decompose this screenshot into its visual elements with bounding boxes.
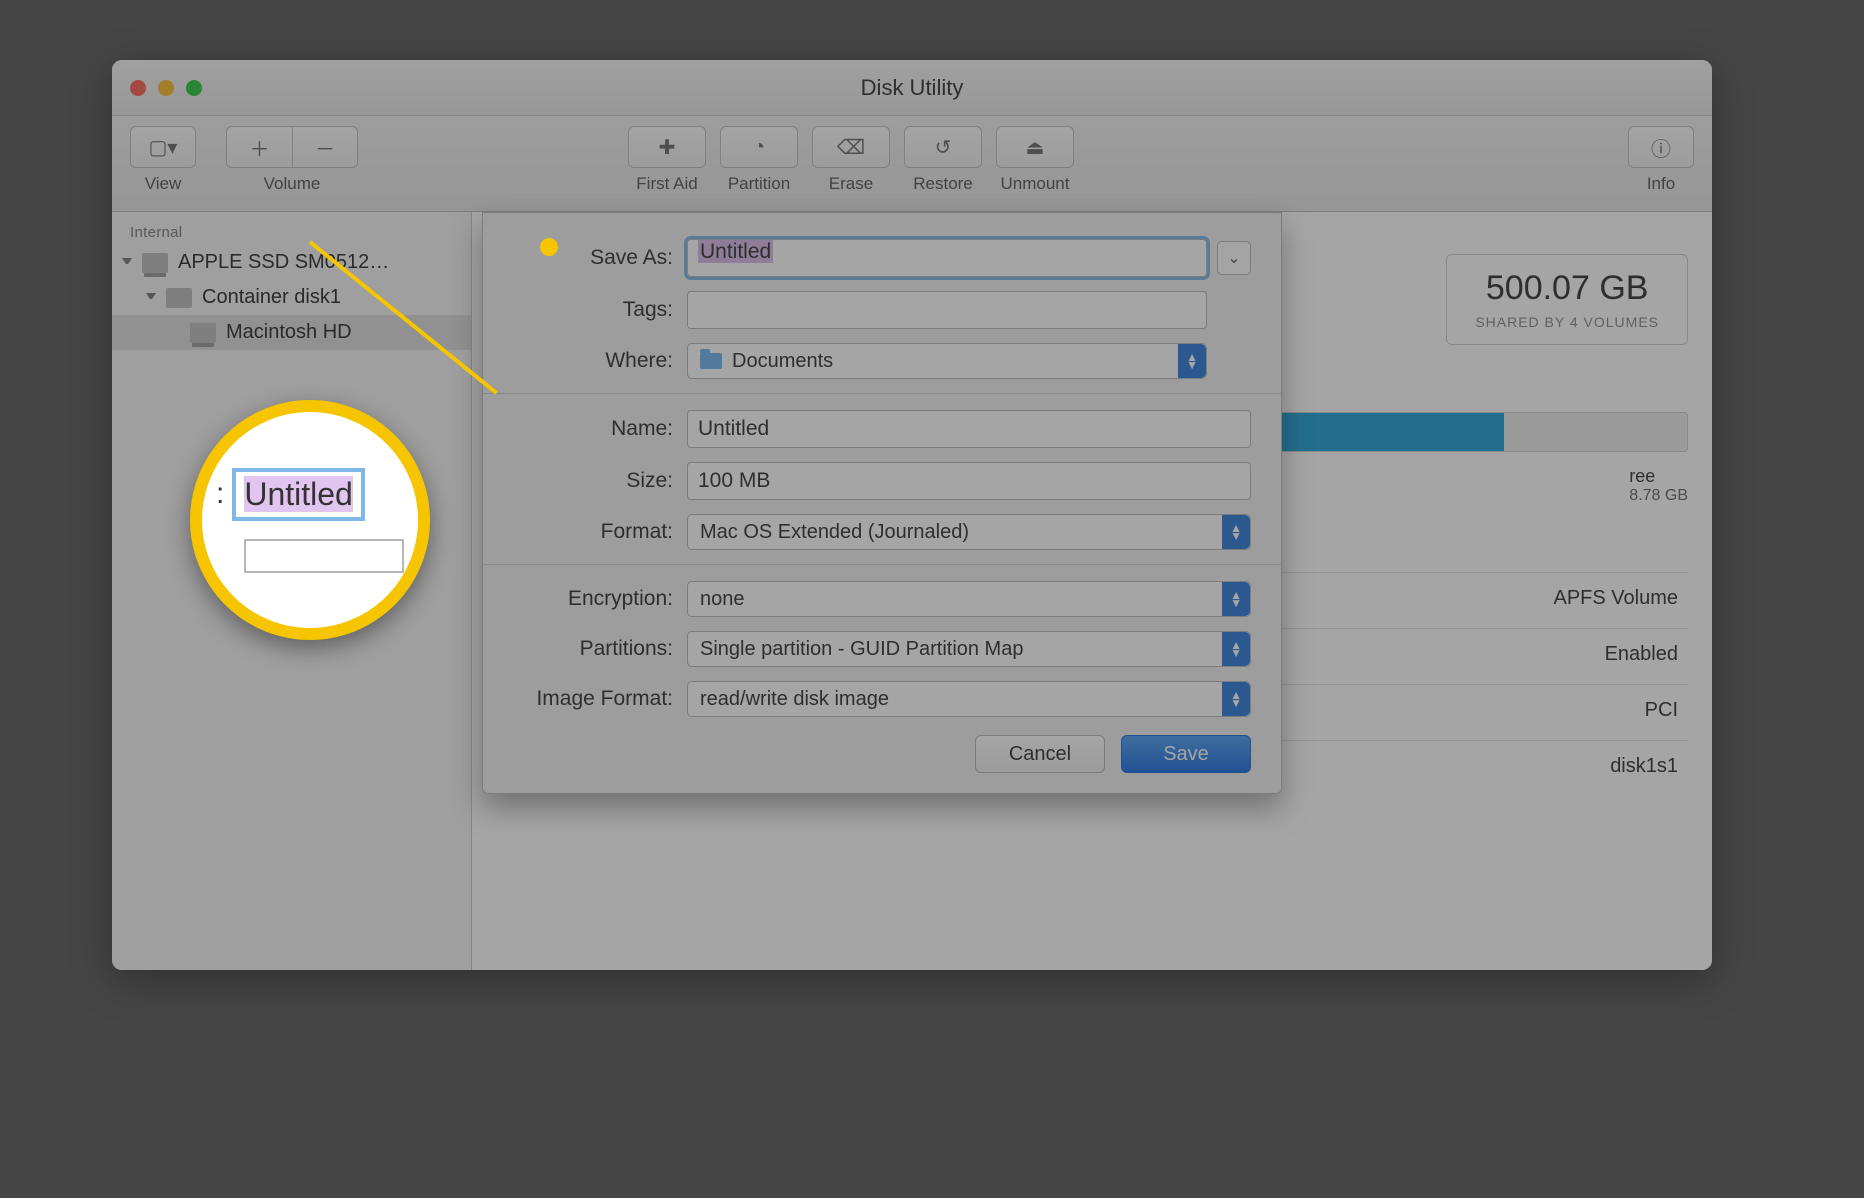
unmount-button[interactable]: ⏏ <box>996 126 1074 168</box>
partition-label: Partition <box>728 174 790 194</box>
info-enabled: Enabled <box>1605 643 1678 666</box>
info-icon: ⓘ <box>1651 133 1671 162</box>
info-connection-value: PCI <box>1645 699 1678 722</box>
updown-icon: ▲▼ <box>1230 524 1242 540</box>
encryption-label: Encryption: <box>513 587 673 611</box>
name-label: Name: <box>513 417 673 441</box>
sidebar-item-disk[interactable]: APPLE SSD SM0512… <box>112 245 471 280</box>
where-value: Documents <box>732 350 833 373</box>
zoom-icon[interactable] <box>186 80 202 96</box>
erase-icon: ⌫ <box>837 135 865 160</box>
stethoscope-icon: ✚ <box>659 135 676 160</box>
erase-button[interactable]: ⌫ <box>812 126 890 168</box>
toolbar-view-group: ▢▾ View <box>130 126 196 194</box>
sidebar: Internal APPLE SSD SM0512… Container dis… <box>112 212 472 970</box>
image-format-value: read/write disk image <box>700 688 889 711</box>
size-field[interactable] <box>687 462 1251 500</box>
volume-add-button[interactable]: ＋ <box>226 126 292 168</box>
minimize-icon[interactable] <box>158 80 174 96</box>
capacity-value: 500.07 GB <box>1475 269 1659 308</box>
format-label: Format: <box>513 520 673 544</box>
divider <box>483 393 1281 394</box>
titlebar: Disk Utility <box>112 60 1712 116</box>
info-type: APFS Volume <box>1553 587 1678 610</box>
toolbar-volume-label: Volume <box>264 174 321 194</box>
info-button[interactable]: ⓘ <box>1628 126 1694 168</box>
format-popup[interactable]: Mac OS Extended (Journaled) ▲▼ <box>687 514 1251 550</box>
window-title: Disk Utility <box>861 75 964 101</box>
format-value: Mac OS Extended (Journaled) <box>700 521 969 544</box>
folder-icon <box>700 353 722 369</box>
encryption-value: none <box>700 588 745 611</box>
save-button[interactable]: Save <box>1121 735 1251 773</box>
view-button[interactable]: ▢▾ <box>130 126 196 168</box>
disclosure-icon[interactable] <box>122 258 132 268</box>
first-aid-button[interactable]: ✚ <box>628 126 706 168</box>
disk-icon <box>142 253 168 273</box>
sidebar-volume-label: Macintosh HD <box>226 321 352 344</box>
disk-utility-window: Disk Utility ▢▾ View ＋ － Volume ✚ First A… <box>112 60 1712 970</box>
tags-field[interactable] <box>687 291 1207 329</box>
erase-label: Erase <box>829 174 873 194</box>
sidebar-item-volume[interactable]: Macintosh HD <box>112 315 471 350</box>
legend-free-value: 8.78 GB <box>1629 487 1688 505</box>
restore-button[interactable]: ↺ <box>904 126 982 168</box>
volume-remove-button[interactable]: － <box>292 126 358 168</box>
capacity-box: 500.07 GB SHARED BY 4 VOLUMES <box>1446 254 1688 345</box>
divider <box>483 564 1281 565</box>
unmount-label: Unmount <box>1001 174 1070 194</box>
usage-legend: ree8.78 GB <box>1629 466 1688 505</box>
updown-icon: ▲▼ <box>1230 591 1242 607</box>
info-device-value: disk1s1 <box>1610 755 1678 778</box>
expand-save-button[interactable]: ⌄ <box>1217 241 1251 275</box>
size-label: Size: <box>513 469 673 493</box>
image-format-popup[interactable]: read/write disk image ▲▼ <box>687 681 1251 717</box>
save-as-label: Save As: <box>513 246 673 270</box>
restore-icon: ↺ <box>935 135 952 160</box>
close-icon[interactable] <box>130 80 146 96</box>
encryption-popup[interactable]: none ▲▼ <box>687 581 1251 617</box>
volume-icon <box>190 323 216 343</box>
name-field[interactable] <box>687 410 1251 448</box>
container-icon <box>166 288 192 308</box>
chevron-down-icon: ⌄ <box>1227 248 1240 268</box>
where-label: Where: <box>513 349 673 373</box>
partition-button[interactable]: ◔ <box>720 126 798 168</box>
restore-label: Restore <box>913 174 973 194</box>
sidebar-container-label: Container disk1 <box>202 286 341 309</box>
eject-icon: ⏏ <box>1026 135 1045 160</box>
traffic-lights <box>130 80 202 96</box>
first-aid-label: First Aid <box>636 174 697 194</box>
save-sheet: Save As: Untitled ⌄ Tags: Where: Documen… <box>482 212 1282 794</box>
cancel-button[interactable]: Cancel <box>975 735 1105 773</box>
tags-label: Tags: <box>513 298 673 322</box>
updown-icon: ▲▼ <box>1230 691 1242 707</box>
pie-icon: ◔ <box>753 136 765 159</box>
sidebar-item-container[interactable]: Container disk1 <box>112 280 471 315</box>
where-popup[interactable]: Documents ▲▼ <box>687 343 1207 379</box>
info-label: Info <box>1647 174 1675 194</box>
toolbar-center: ✚ First Aid ◔ Partition ⌫ Erase ↺ Restore ⏏ U… <box>628 126 1074 194</box>
toolbar-info-group: ⓘ Info <box>1628 126 1694 194</box>
image-format-label: Image Format: <box>513 687 673 711</box>
save-as-value: Untitled <box>698 240 773 263</box>
toolbar-view-label: View <box>145 174 182 194</box>
disclosure-icon[interactable] <box>146 293 156 303</box>
capacity-sub: SHARED BY 4 VOLUMES <box>1475 314 1659 330</box>
partitions-value: Single partition - GUID Partition Map <box>700 638 1023 661</box>
updown-icon: ▲▼ <box>1230 641 1242 657</box>
toolbar: ▢▾ View ＋ － Volume ✚ First Aid ◔ Partition… <box>112 116 1712 212</box>
partitions-popup[interactable]: Single partition - GUID Partition Map ▲▼ <box>687 631 1251 667</box>
save-as-field[interactable]: Untitled <box>687 239 1207 277</box>
toolbar-volume-group: ＋ － Volume <box>226 126 358 194</box>
updown-icon: ▲▼ <box>1186 353 1198 369</box>
legend-free-label: ree <box>1629 466 1688 487</box>
sidebar-disk-label: APPLE SSD SM0512… <box>178 251 389 274</box>
partitions-label: Partitions: <box>513 637 673 661</box>
sidebar-header: Internal <box>112 220 471 245</box>
